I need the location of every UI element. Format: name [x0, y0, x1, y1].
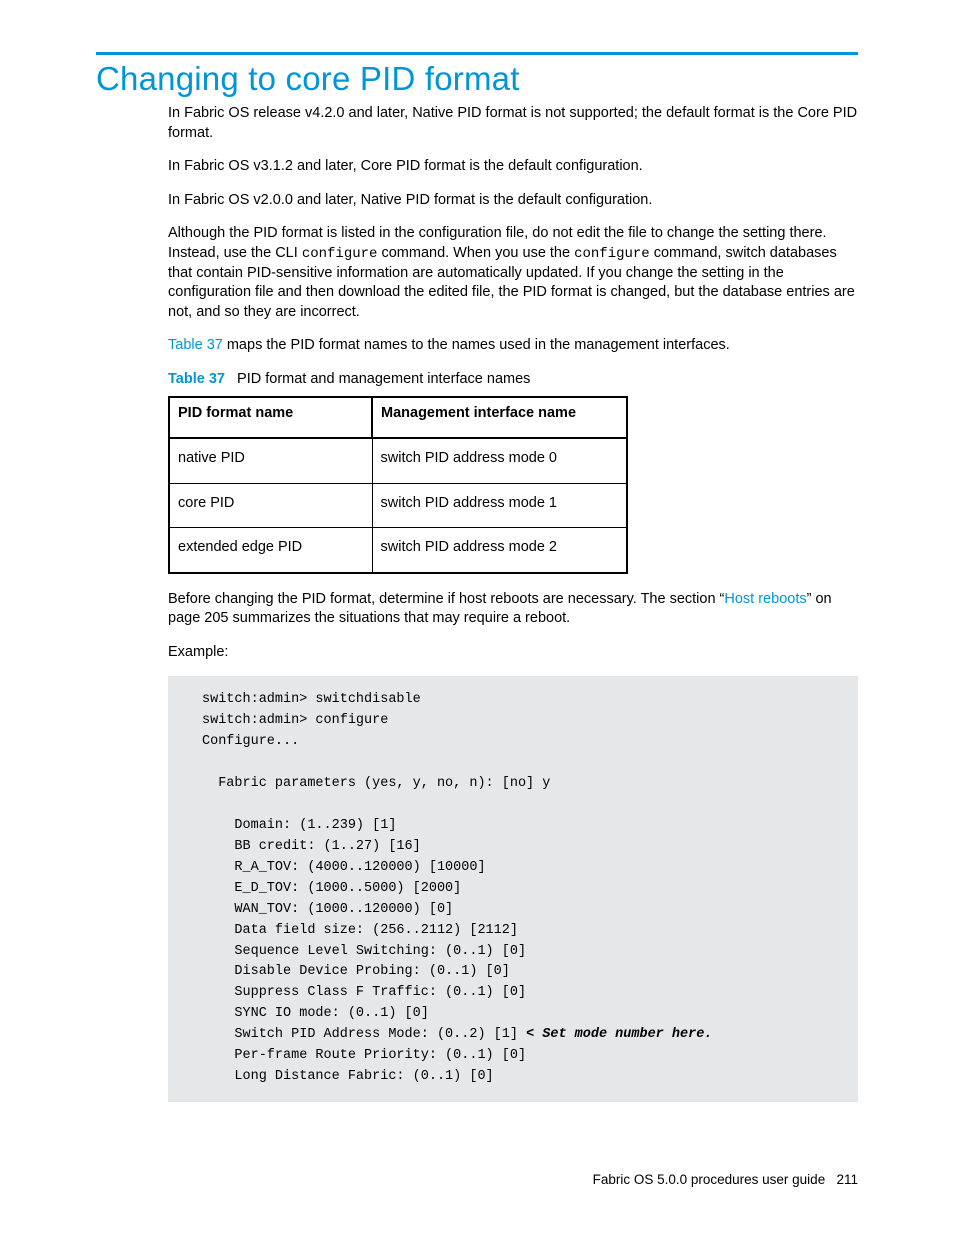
table-row: native PID switch PID address mode 0: [169, 438, 627, 483]
page-heading: Changing to core PID format: [96, 60, 858, 98]
text: Before changing the PID format, determin…: [168, 591, 724, 607]
page-content: Changing to core PID format In Fabric OS…: [96, 60, 858, 1102]
code-line: Sequence Level Switching: (0..1) [0]: [202, 944, 526, 959]
inline-code: configure: [302, 246, 378, 262]
table-caption-text: PID format and management interface name…: [237, 371, 530, 387]
text: command. When you use the: [377, 245, 574, 261]
code-line: Long Distance Fabric: (0..1) [0]: [202, 1069, 494, 1084]
footer-page-number: 211: [836, 1172, 858, 1187]
code-line: Configure...: [202, 734, 299, 749]
paragraph: In Fabric OS v3.1.2 and later, Core PID …: [168, 157, 858, 177]
paragraph: In Fabric OS release v4.2.0 and later, N…: [168, 104, 858, 143]
code-block: switch:admin> switchdisable switch:admin…: [168, 676, 858, 1102]
paragraph: Table 37 maps the PID format names to th…: [168, 336, 858, 356]
table-cell: switch PID address mode 0: [372, 438, 627, 483]
pid-format-table: PID format name Management interface nam…: [168, 396, 628, 574]
page-footer: Fabric OS 5.0.0 procedures user guide 21…: [593, 1172, 858, 1187]
code-line: switch:admin> configure: [202, 713, 388, 728]
code-line: Data field size: (256..2112) [2112]: [202, 923, 518, 938]
code-line: BB credit: (1..27) [16]: [202, 839, 421, 854]
footer-doc-title: Fabric OS 5.0.0 procedures user guide: [593, 1172, 826, 1187]
code-line: SYNC IO mode: (0..1) [0]: [202, 1006, 429, 1021]
code-line: switch:admin> switchdisable: [202, 692, 421, 707]
table-header-cell: PID format name: [169, 397, 372, 439]
table-cell: extended edge PID: [169, 528, 372, 573]
example-label: Example:: [168, 643, 858, 663]
text: maps the PID format names to the names u…: [223, 337, 730, 353]
table-header-cell: Management interface name: [372, 397, 627, 439]
code-annotation: < Set mode number here.: [526, 1027, 712, 1042]
table-cell: native PID: [169, 438, 372, 483]
code-line: WAN_TOV: (1000..120000) [0]: [202, 902, 453, 917]
cross-reference-link[interactable]: Table 37: [168, 337, 223, 353]
code-line: R_A_TOV: (4000..120000) [10000]: [202, 860, 486, 875]
top-rule: [96, 52, 858, 55]
paragraph: In Fabric OS v2.0.0 and later, Native PI…: [168, 191, 858, 211]
table-cell: core PID: [169, 483, 372, 528]
table-caption: Table 37 PID format and management inter…: [168, 370, 858, 390]
code-line: Suppress Class F Traffic: (0..1) [0]: [202, 985, 526, 1000]
code-line: E_D_TOV: (1000..5000) [2000]: [202, 881, 461, 896]
code-line: Switch PID Address Mode: (0..2) [1]: [202, 1027, 526, 1042]
body-text: In Fabric OS release v4.2.0 and later, N…: [168, 104, 858, 1102]
inline-code: configure: [574, 246, 650, 262]
paragraph: Before changing the PID format, determin…: [168, 590, 858, 629]
table-cell: switch PID address mode 1: [372, 483, 627, 528]
table-header-row: PID format name Management interface nam…: [169, 397, 627, 439]
code-line: Fabric parameters (yes, y, no, n): [no] …: [202, 776, 550, 791]
code-line: Disable Device Probing: (0..1) [0]: [202, 964, 510, 979]
code-line: Domain: (1..239) [1]: [202, 818, 396, 833]
table-cell: switch PID address mode 2: [372, 528, 627, 573]
table-row: extended edge PID switch PID address mod…: [169, 528, 627, 573]
table-caption-label: Table 37: [168, 371, 225, 387]
table-row: core PID switch PID address mode 1: [169, 483, 627, 528]
code-line: Per-frame Route Priority: (0..1) [0]: [202, 1048, 526, 1063]
paragraph: Although the PID format is listed in the…: [168, 224, 858, 322]
cross-reference-link[interactable]: Host reboots: [724, 591, 806, 607]
